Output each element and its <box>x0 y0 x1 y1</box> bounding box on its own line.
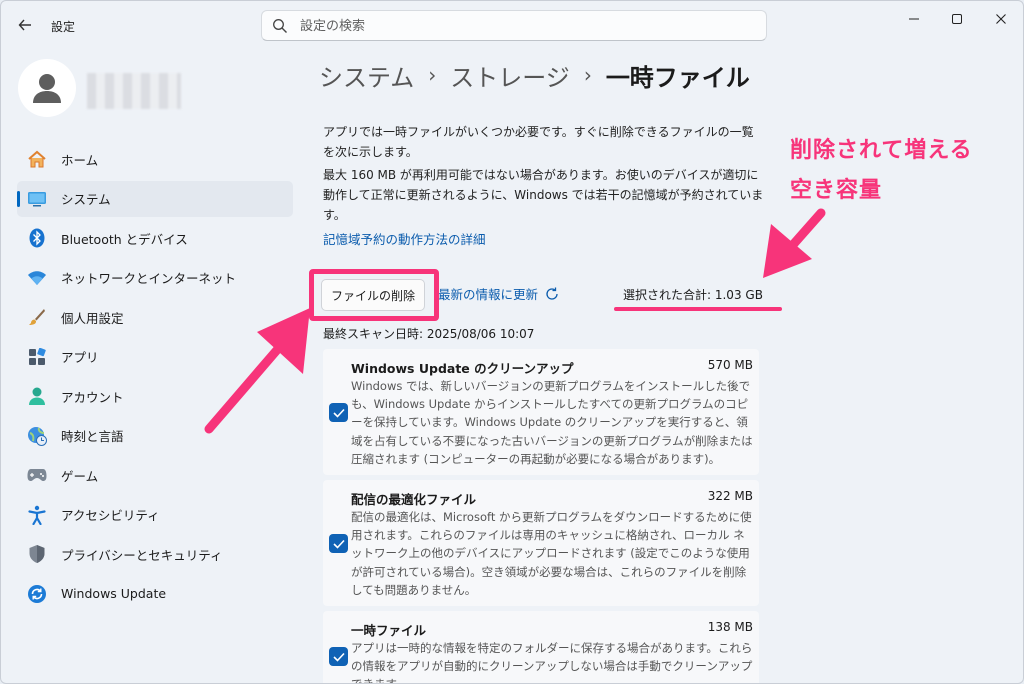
intro-text: アプリでは一時ファイルがいくつか必要です。すぐに削除できるファイルの一覧を次に示… <box>323 125 754 159</box>
arrow-to-selected-total <box>763 208 826 278</box>
cleanup-item-delivery-optimization: 配信の最適化ファイル 322 MB 配信の最適化は、Microsoft から更新… <box>323 480 759 606</box>
maximize-icon <box>952 14 962 24</box>
minimize-button[interactable] <box>891 7 937 31</box>
highlight-box <box>309 269 439 321</box>
maximize-button[interactable] <box>934 7 980 31</box>
highlight-underline <box>614 307 782 311</box>
refresh-link[interactable]: 最新の情報に更新 <box>438 284 560 303</box>
sidebar-item-network[interactable]: ネットワークとインターネット <box>17 260 293 296</box>
reserve-info-link[interactable]: 記憶域予約の動作方法の詳細 <box>323 229 486 248</box>
sidebar-item-accounts[interactable]: アカウント <box>17 378 293 414</box>
sidebar-item-gaming[interactable]: ゲーム <box>17 457 293 493</box>
item-checkbox[interactable] <box>329 534 348 553</box>
sidebar-item-time-language[interactable]: 時刻と言語 <box>17 418 293 454</box>
item-title: 一時ファイル <box>351 623 427 638</box>
search-icon <box>273 19 287 33</box>
annotation-line2: 空き容量 <box>790 178 883 203</box>
checkmark-icon <box>332 652 345 662</box>
wifi-icon <box>27 268 47 288</box>
selected-total: 選択された合計: 1.03 GB <box>623 288 763 302</box>
sidebar-item-windows-update[interactable]: Windows Update <box>17 576 293 612</box>
sidebar-item-label: Windows Update <box>61 586 167 601</box>
refresh-label: 最新の情報に更新 <box>438 287 539 302</box>
cleanup-item-temporary-files: 一時ファイル 138 MB アプリは一時的な情報を特定のフォルダーに保存する場合… <box>323 611 759 683</box>
sidebar-item-bluetooth[interactable]: Bluetooth とデバイス <box>17 220 293 256</box>
avatar[interactable] <box>18 59 76 117</box>
sidebar-item-label: ゲーム <box>61 468 99 484</box>
breadcrumb-system[interactable]: システム <box>319 58 414 93</box>
user-icon <box>33 74 61 103</box>
account-icon <box>27 386 47 406</box>
system-icon <box>27 189 47 209</box>
bluetooth-icon <box>27 228 47 248</box>
back-arrow-icon <box>18 19 31 31</box>
title-bar: 設定 <box>1 1 1023 49</box>
sidebar-item-label: アクセシビリティ <box>61 508 160 523</box>
sidebar-item-label: プライバシーとセキュリティ <box>61 547 223 563</box>
sidebar-item-label: システム <box>61 192 111 207</box>
shield-icon <box>27 544 47 564</box>
item-size: 322 MB <box>707 489 753 503</box>
cleanup-item-windows-update: Windows Update のクリーンアップ 570 MB Windows で… <box>323 349 759 475</box>
sidebar-item-home[interactable]: ホーム <box>17 141 293 177</box>
item-size: 570 MB <box>707 358 753 372</box>
breadcrumb-separator: › <box>583 63 592 87</box>
sidebar-item-accessibility[interactable]: アクセシビリティ <box>17 497 293 533</box>
item-description: 配信の最適化は、Microsoft から更新プログラムをダウンロードするために使… <box>351 510 752 597</box>
sidebar-item-label: アプリ <box>61 350 99 365</box>
sidebar-nav: ホーム システム Bluetooth とデバイス ネットワークとインターネット … <box>17 141 293 615</box>
breadcrumb-storage[interactable]: ストレージ <box>450 58 570 93</box>
sidebar-item-apps[interactable]: アプリ <box>17 339 293 375</box>
item-description: アプリは一時的な情報を特定のフォルダーに保存する場合があります。これらの情報をア… <box>351 641 753 683</box>
accessibility-icon <box>27 505 47 525</box>
sidebar-item-label: 時刻と言語 <box>61 429 124 444</box>
breadcrumb: システム › ストレージ › 一時ファイル <box>319 57 750 93</box>
username-blurred <box>87 73 181 109</box>
app-title: 設定 <box>51 20 76 34</box>
close-icon <box>996 14 1006 24</box>
close-button[interactable] <box>978 7 1023 31</box>
settings-window: 設定 ホーム システム <box>0 0 1024 684</box>
search-box[interactable] <box>261 10 767 41</box>
brush-icon <box>27 307 47 327</box>
sidebar-item-label: Bluetooth とデバイス <box>61 231 188 247</box>
item-title: 配信の最適化ファイル <box>351 492 477 507</box>
item-checkbox[interactable] <box>329 647 348 666</box>
last-scan-time: 最終スキャン日時: 2025/08/06 10:07 <box>323 327 535 341</box>
item-checkbox[interactable] <box>329 403 348 422</box>
search-input[interactable] <box>300 16 740 36</box>
reserve-text: 最大 160 MB が再利用可能ではない場合があります。お使いのデバイスが適切に… <box>323 168 764 222</box>
sidebar-item-label: アカウント <box>61 389 124 405</box>
sidebar-item-label: ネットワークとインターネット <box>61 271 237 286</box>
checkmark-icon <box>332 408 345 418</box>
breadcrumb-separator: › <box>428 63 437 87</box>
annotation-line1: 削除されて増える <box>790 138 973 163</box>
sidebar-item-privacy-security[interactable]: プライバシーとセキュリティ <box>17 536 293 572</box>
minimize-icon <box>909 18 919 20</box>
back-button[interactable] <box>11 13 39 37</box>
checkmark-icon <box>332 539 345 549</box>
apps-icon <box>27 347 47 367</box>
globe-clock-icon <box>27 426 47 446</box>
item-title: Windows Update のクリーンアップ <box>351 361 574 376</box>
update-icon <box>27 584 47 604</box>
refresh-icon <box>546 287 558 300</box>
sidebar-item-label: 個人用設定 <box>61 310 124 326</box>
sidebar-item-label: ホーム <box>61 152 99 168</box>
page-title: 一時ファイル <box>605 63 750 92</box>
gamepad-icon <box>27 465 47 485</box>
home-icon <box>27 149 47 169</box>
item-description: Windows では、新しいバージョンの更新プログラムをインストールした後でも、… <box>351 379 753 466</box>
sidebar-item-system[interactable]: システム <box>17 180 293 217</box>
item-size: 138 MB <box>707 620 753 634</box>
sidebar-item-personalization[interactable]: 個人用設定 <box>17 299 293 335</box>
